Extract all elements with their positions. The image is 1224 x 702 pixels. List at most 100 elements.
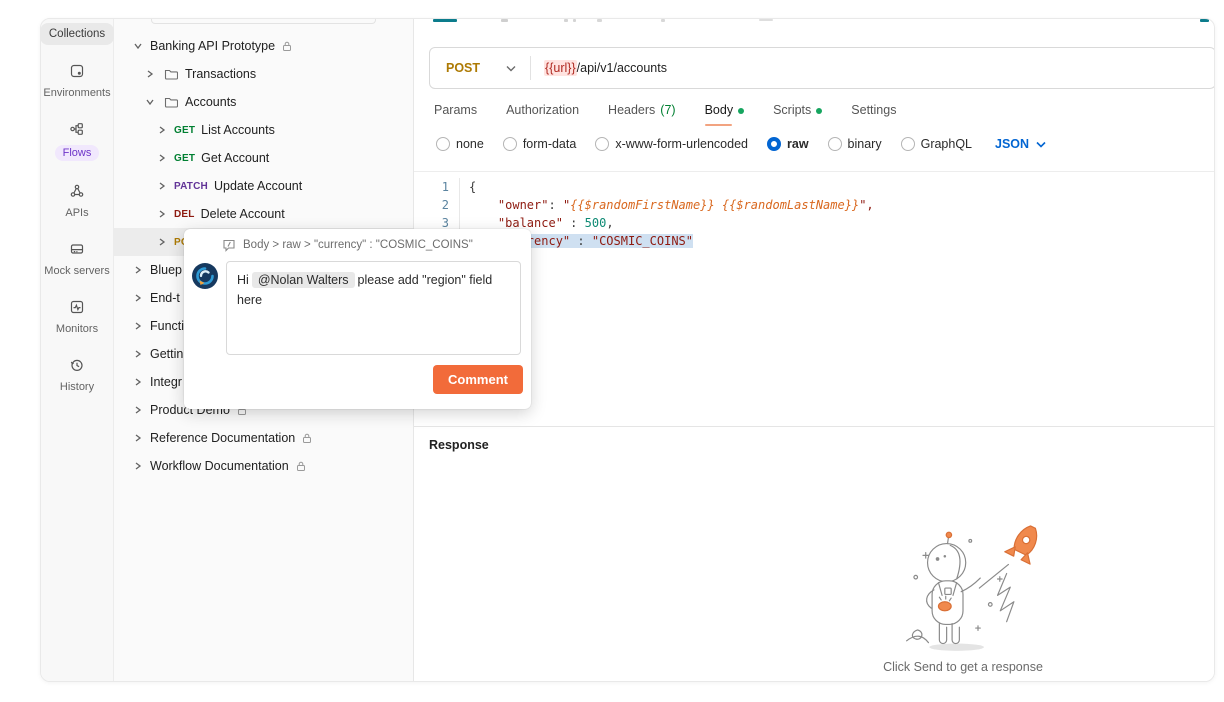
comment-breadcrumb: Body > raw > "currency" : "COSMIC_COINS" [243,239,473,251]
tree-item-accounts[interactable]: Accounts [114,88,413,116]
tree-item-update-account[interactable]: PATCH Update Account [114,172,413,200]
chevron-right-icon[interactable] [154,182,170,190]
tree-item-label: Get Account [201,151,269,165]
rail-item-history[interactable]: History [60,357,94,393]
request-panel: POST {{url}}/api/v1/accounts Params Auth… [414,19,1215,681]
comment-button[interactable]: Comment [433,365,523,394]
comment-text: Hi [237,273,249,287]
rail-item-monitors[interactable]: Monitors [56,299,98,335]
flows-icon [69,121,85,142]
chevron-right-icon[interactable] [154,210,170,218]
tree-item-banking-api-prototype[interactable]: Banking API Prototype [114,32,413,60]
tab-headers[interactable]: Headers(7) [608,103,676,126]
chevron-right-icon[interactable] [130,322,146,330]
chevron-right-icon[interactable] [130,462,146,470]
code-comment-icon [222,238,236,252]
chevron-down-icon [506,59,516,77]
tree-item-label: Integr [150,375,182,389]
rail-item-label: Environments [43,87,110,99]
rail-item-collections[interactable]: Collections [40,23,114,45]
tree-item-transactions[interactable]: Transactions [114,60,413,88]
body-type-raw[interactable]: raw [767,137,809,151]
url-bar: POST {{url}}/api/v1/accounts [429,47,1215,89]
body-type-form-data[interactable]: form-data [503,137,577,151]
language-selector[interactable]: JSON [995,137,1046,151]
tab-settings[interactable]: Settings [851,103,896,126]
radio-icon [436,137,450,151]
tree-item-delete-account[interactable]: DEL Delete Account [114,200,413,228]
green-dot-icon [738,108,744,114]
chevron-right-icon[interactable] [130,350,146,358]
chevron-right-icon[interactable] [154,154,170,162]
folder-icon [164,68,178,80]
tree-item-workflow-documentation[interactable]: Workflow Documentation [114,452,413,480]
mock-servers-icon [69,241,85,262]
chevron-down-icon [1036,141,1046,148]
chevron-right-icon[interactable] [154,126,170,134]
apis-icon [69,183,85,204]
rail-item-label: APIs [65,207,88,219]
lock-icon [296,461,306,472]
url-input[interactable]: {{url}}/api/v1/accounts [531,61,667,75]
tab-scripts[interactable]: Scripts [773,103,822,126]
folder-icon [164,96,178,108]
divider [414,426,1215,427]
tree-item-list-accounts[interactable]: GET List Accounts [114,116,413,144]
lock-icon [302,433,312,444]
astronaut-illustration [863,519,1063,659]
chevron-down-icon[interactable] [142,98,158,106]
radio-selected-icon [767,137,781,151]
radio-icon [503,137,517,151]
avatar [192,263,218,289]
chevron-right-icon[interactable] [130,266,146,274]
tab-params[interactable]: Params [434,103,477,126]
body-type-urlencoded[interactable]: x-www-form-urlencoded [595,137,748,151]
rail-item-label: Monitors [56,323,98,335]
rail-item-environments[interactable]: Environments [43,63,110,99]
body-type-binary[interactable]: binary [828,137,882,151]
tree-item-get-account[interactable]: GET Get Account [114,144,413,172]
url-variable: {{url}} [544,60,577,76]
method-badge: GET [174,153,195,164]
chevron-right-icon[interactable] [130,294,146,302]
tab-authorization[interactable]: Authorization [506,103,579,126]
mention-chip[interactable]: @Nolan Walters [252,272,355,288]
radio-icon [595,137,609,151]
comment-context: Body > raw > "currency" : "COSMIC_COINS" [184,229,531,257]
method-selector[interactable]: POST [430,59,530,77]
chevron-down-icon[interactable] [130,42,146,50]
green-dot-icon [816,108,822,114]
rail-item-flows[interactable]: Flows [55,121,100,161]
rail-item-apis[interactable]: APIs [65,183,88,219]
code-line-commented: "currency" : "COSMIC_COINS" [414,232,1215,250]
chevron-right-icon[interactable] [130,434,146,442]
body-editor[interactable]: 1 { 2 "owner": "{{$randomFirstName}} {{$… [414,171,1215,426]
body-type-none[interactable]: none [436,137,484,151]
rail-item-label: History [60,381,94,393]
chevron-right-icon[interactable] [142,70,158,78]
sidebar-rail: Collections Environments Flows APIs [41,19,114,681]
body-type-graphql[interactable]: GraphQL [901,137,972,151]
tree-item-reference-documentation[interactable]: Reference Documentation [114,424,413,452]
tree-item-label: Accounts [185,95,236,109]
comment-popup: Body > raw > "currency" : "COSMIC_COINS"… [184,229,531,409]
tree-item-label: Reference Documentation [150,431,295,445]
method-label: POST [446,61,480,75]
chevron-right-icon[interactable] [154,238,170,246]
chevron-right-icon[interactable] [130,378,146,386]
response-empty-caption: Click Send to get a response [823,660,1103,674]
rail-item-mock-servers[interactable]: Mock servers [44,241,109,277]
comment-input[interactable]: Hi@Nolan Waltersplease add "region" fiel… [226,261,521,355]
tree-item-label: Functi [150,319,184,333]
method-badge: DEL [174,209,195,220]
code-line: 2 "owner": "{{$randomFirstName}} {{$rand… [414,196,1215,214]
page: Collections Environments Flows APIs [0,0,1224,702]
body-type-selector: none form-data x-www-form-urlencoded raw… [436,137,1046,151]
tab-body[interactable]: Body [705,103,745,126]
history-icon [69,357,85,378]
method-badge: PATCH [174,181,208,192]
request-tabs: Params Authorization Headers(7) Body Scr… [434,103,896,126]
tree-item-label: End-t [150,291,180,305]
chevron-right-icon[interactable] [130,406,146,414]
clipped-search-box [151,19,376,24]
